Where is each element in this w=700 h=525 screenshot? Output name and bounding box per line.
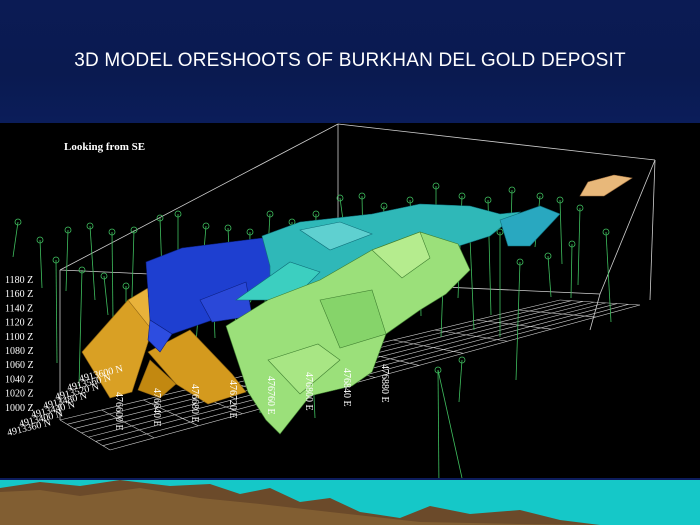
drillhole-trace: [437, 369, 440, 480]
drillhole-trace: [89, 225, 96, 301]
drillhole-trace: [570, 243, 573, 299]
easting-label: 476880 E: [379, 364, 390, 403]
elevation-label: 1180 Z: [5, 275, 33, 286]
drillhole-trace: [577, 207, 581, 286]
easting-label: 476720 E: [227, 380, 238, 419]
drillhole-trace: [437, 369, 463, 479]
drillhole-trace: [458, 359, 463, 403]
3d-oreshoot-model: 1180 Z 1160 Z 1140 Z 1120 Z 1100 Z 1080 Z 1060…: [5, 123, 656, 480]
elevation-label: 1160 Z: [5, 289, 33, 300]
drillhole-trace: [65, 229, 69, 292]
drillhole-trace: [559, 199, 563, 265]
slide-title: 3D MODEL ORESHOOTS OF BURKHAN DEL GOLD D…: [74, 50, 626, 71]
elevation-label: 1100 Z: [5, 332, 33, 343]
easting-label: 476680 E: [189, 384, 200, 423]
footer-landscape: [0, 478, 700, 525]
easting-label: 476600 E: [113, 392, 124, 431]
elevation-label: 1140 Z: [5, 303, 33, 314]
elevation-axis-labels: 1180 Z 1160 Z 1140 Z 1120 Z 1100 Z 1080 Z 1060…: [5, 275, 34, 414]
drillhole-trace: [469, 237, 475, 331]
elevation-label: 1120 Z: [5, 318, 33, 329]
drillhole-trace: [547, 255, 552, 298]
easting-label: 476760 E: [265, 376, 276, 415]
elevation-label: 1040 Z: [5, 374, 34, 385]
drillhole-trace: [55, 259, 58, 364]
drillhole-trace: [39, 239, 43, 289]
elevation-label: 1080 Z: [5, 346, 34, 357]
drillhole-trace: [111, 231, 114, 320]
oreshoot-plate-northeast: [579, 174, 633, 197]
elevation-label: 1060 Z: [5, 360, 34, 371]
view-label: Looking from SE: [64, 141, 145, 153]
elevation-label: 1020 Z: [5, 389, 34, 400]
drillhole-trace: [78, 269, 83, 387]
slide-header: 3D MODEL ORESHOOTS OF BURKHAN DEL GOLD D…: [0, 0, 700, 123]
drillhole-trace: [12, 221, 19, 258]
drillhole-trace: [103, 275, 109, 316]
easting-label: 476640 E: [151, 388, 162, 427]
easting-label: 476840 E: [341, 368, 352, 407]
elevation-label: 1000 Z: [5, 403, 34, 414]
easting-label: 476800 E: [303, 372, 314, 411]
